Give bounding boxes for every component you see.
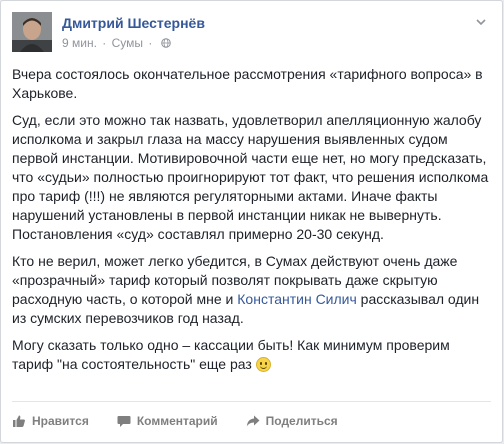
post-body: Вчера состоялось окончательное рассмотре… [12,65,492,382]
post-paragraph: Суд, если это можно так назвать, удовлет… [12,112,489,242]
meta-separator: · [102,36,107,50]
like-label: Нравится [32,414,89,428]
avatar-photo [12,12,52,52]
share-button[interactable]: Поделиться [246,410,338,432]
share-icon [246,415,260,427]
post-meta: 9 мин. · Сумы · [62,36,171,50]
smile-emoji-icon [255,357,271,372]
comment-button[interactable]: Комментарий [117,410,218,432]
action-bar: Нравится Комментарий Поделиться [12,410,366,432]
post-card: Дмитрий Шестернёв 9 мин. · Сумы · Вчера … [0,0,503,443]
mention-link[interactable]: Константин Силич [237,291,357,307]
share-label: Поделиться [265,414,338,428]
post-paragraph: Вчера состоялось окончательное рассмотре… [12,66,483,101]
author-name[interactable]: Дмитрий Шестернёв [62,15,205,31]
meta-separator: · [148,36,153,50]
post-paragraph: Могу сказать только одно – кассации быть… [12,336,492,374]
comment-label: Комментарий [136,414,218,428]
like-button[interactable]: Нравится [12,410,89,432]
avatar[interactable] [12,12,52,52]
divider [12,401,491,402]
globe-icon[interactable] [160,38,171,48]
post-time[interactable]: 9 мин. [62,36,97,50]
thumbs-up-icon [13,415,25,427]
post-location[interactable]: Сумы [112,36,143,50]
chevron-down-icon[interactable] [474,15,488,29]
comment-icon [117,416,131,427]
paragraph-text: Могу сказать только одно – кассации быть… [12,337,450,372]
post-paragraph: Кто не верил, может легко убедится, в Су… [12,252,492,328]
